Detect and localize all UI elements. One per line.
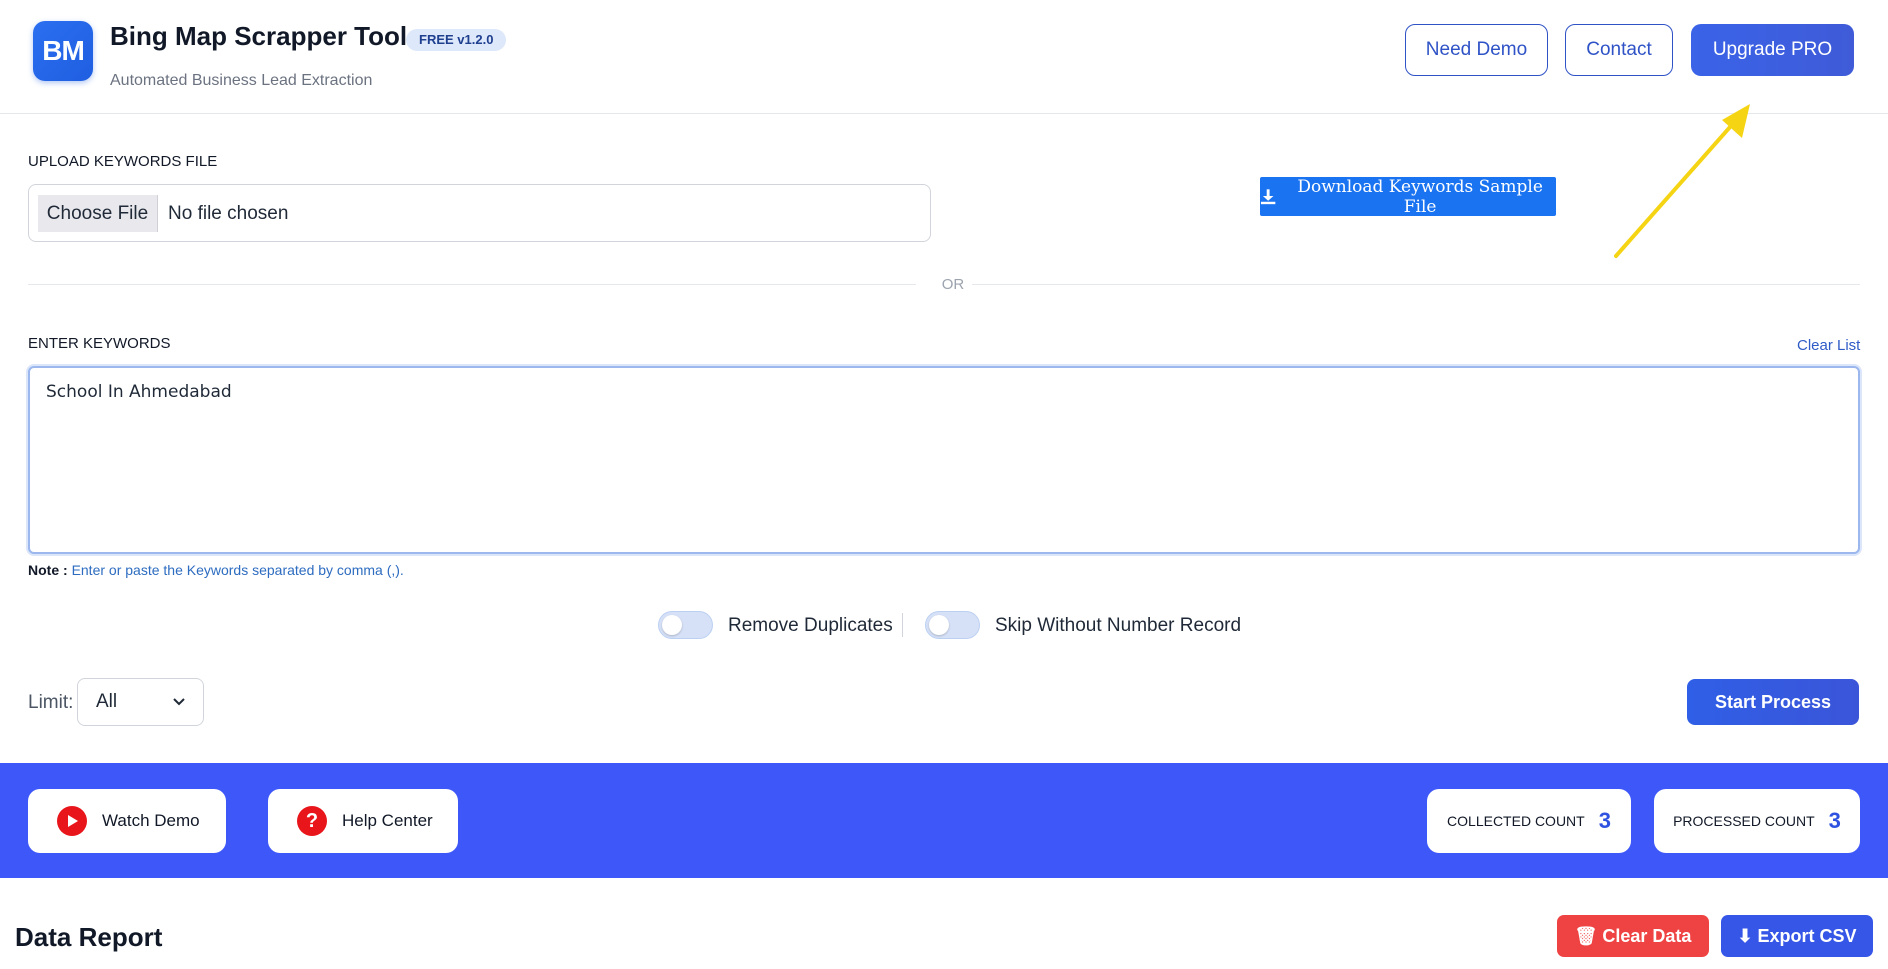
watch-demo-button[interactable]: Watch Demo — [28, 789, 226, 853]
app-logo: BM — [33, 21, 93, 81]
keywords-note: Note : Enter or paste the Keywords separ… — [28, 562, 404, 578]
remove-duplicates-label: Remove Duplicates — [728, 615, 893, 636]
collected-count-label: COLLECTED COUNT — [1447, 813, 1585, 829]
upload-label: UPLOAD KEYWORDS FILE — [28, 153, 218, 170]
download-icon — [1260, 189, 1276, 205]
upgrade-pro-button[interactable]: Upgrade PRO — [1691, 24, 1854, 76]
app-header: BM Bing Map Scrapper Tool FREE v1.2.0 Au… — [0, 0, 1888, 114]
note-prefix: Note : — [28, 562, 68, 578]
need-demo-button[interactable]: Need Demo — [1405, 24, 1548, 76]
download-sample-label: Download Keywords Sample File — [1297, 176, 1543, 217]
watch-demo-label: Watch Demo — [102, 811, 200, 830]
processed-count-value: 3 — [1828, 808, 1841, 833]
limit-select[interactable]: All — [77, 678, 204, 726]
collected-count-card: COLLECTED COUNT 3 — [1427, 789, 1631, 853]
keywords-textarea[interactable]: School In Ahmedabad — [28, 366, 1860, 554]
choose-file-button[interactable]: Choose File — [38, 195, 158, 232]
help-center-button[interactable]: ? Help Center — [268, 789, 458, 853]
processed-count-label: PROCESSED COUNT — [1673, 813, 1815, 829]
collected-count-value: 3 — [1598, 808, 1611, 833]
version-badge: FREE v1.2.0 — [406, 29, 507, 51]
start-process-button[interactable]: Start Process — [1687, 679, 1859, 725]
or-text: OR — [941, 276, 965, 293]
remove-duplicates-toggle[interactable] — [658, 611, 713, 639]
processed-count-card: PROCESSED COUNT 3 — [1654, 789, 1860, 853]
help-center-label: Help Center — [342, 811, 433, 830]
contact-button[interactable]: Contact — [1565, 24, 1673, 76]
clear-list-link[interactable]: Clear List — [1797, 337, 1860, 354]
clear-data-button[interactable]: 🗑 Clear Data — [1557, 915, 1709, 957]
keywords-label: ENTER KEYWORDS — [28, 335, 171, 352]
file-input[interactable]: Choose File No file chosen — [28, 184, 931, 242]
limit-selected-value: All — [96, 691, 118, 712]
export-csv-button[interactable]: ⬇ Export CSV — [1721, 915, 1873, 957]
toggle-separator — [902, 613, 903, 637]
youtube-icon — [57, 806, 87, 836]
file-status: No file chosen — [168, 203, 289, 224]
data-report-title: Data Report — [15, 922, 163, 952]
skip-without-number-toggle[interactable] — [925, 611, 980, 639]
divider-line — [28, 284, 916, 285]
help-icon: ? — [297, 806, 327, 836]
download-sample-button[interactable]: Download Keywords Sample File — [1260, 176, 1556, 217]
app-subtitle: Automated Business Lead Extraction — [110, 72, 373, 89]
divider-line — [972, 284, 1860, 285]
app-title: Bing Map Scrapper Tool — [110, 21, 408, 51]
chevron-down-icon — [173, 698, 185, 706]
annotation-arrow-icon — [1614, 104, 1750, 258]
note-text: Enter or paste the Keywords separated by… — [71, 562, 404, 578]
limit-label: Limit: — [28, 692, 74, 713]
skip-without-number-label: Skip Without Number Record — [995, 615, 1242, 636]
or-divider: OR — [28, 274, 1860, 294]
